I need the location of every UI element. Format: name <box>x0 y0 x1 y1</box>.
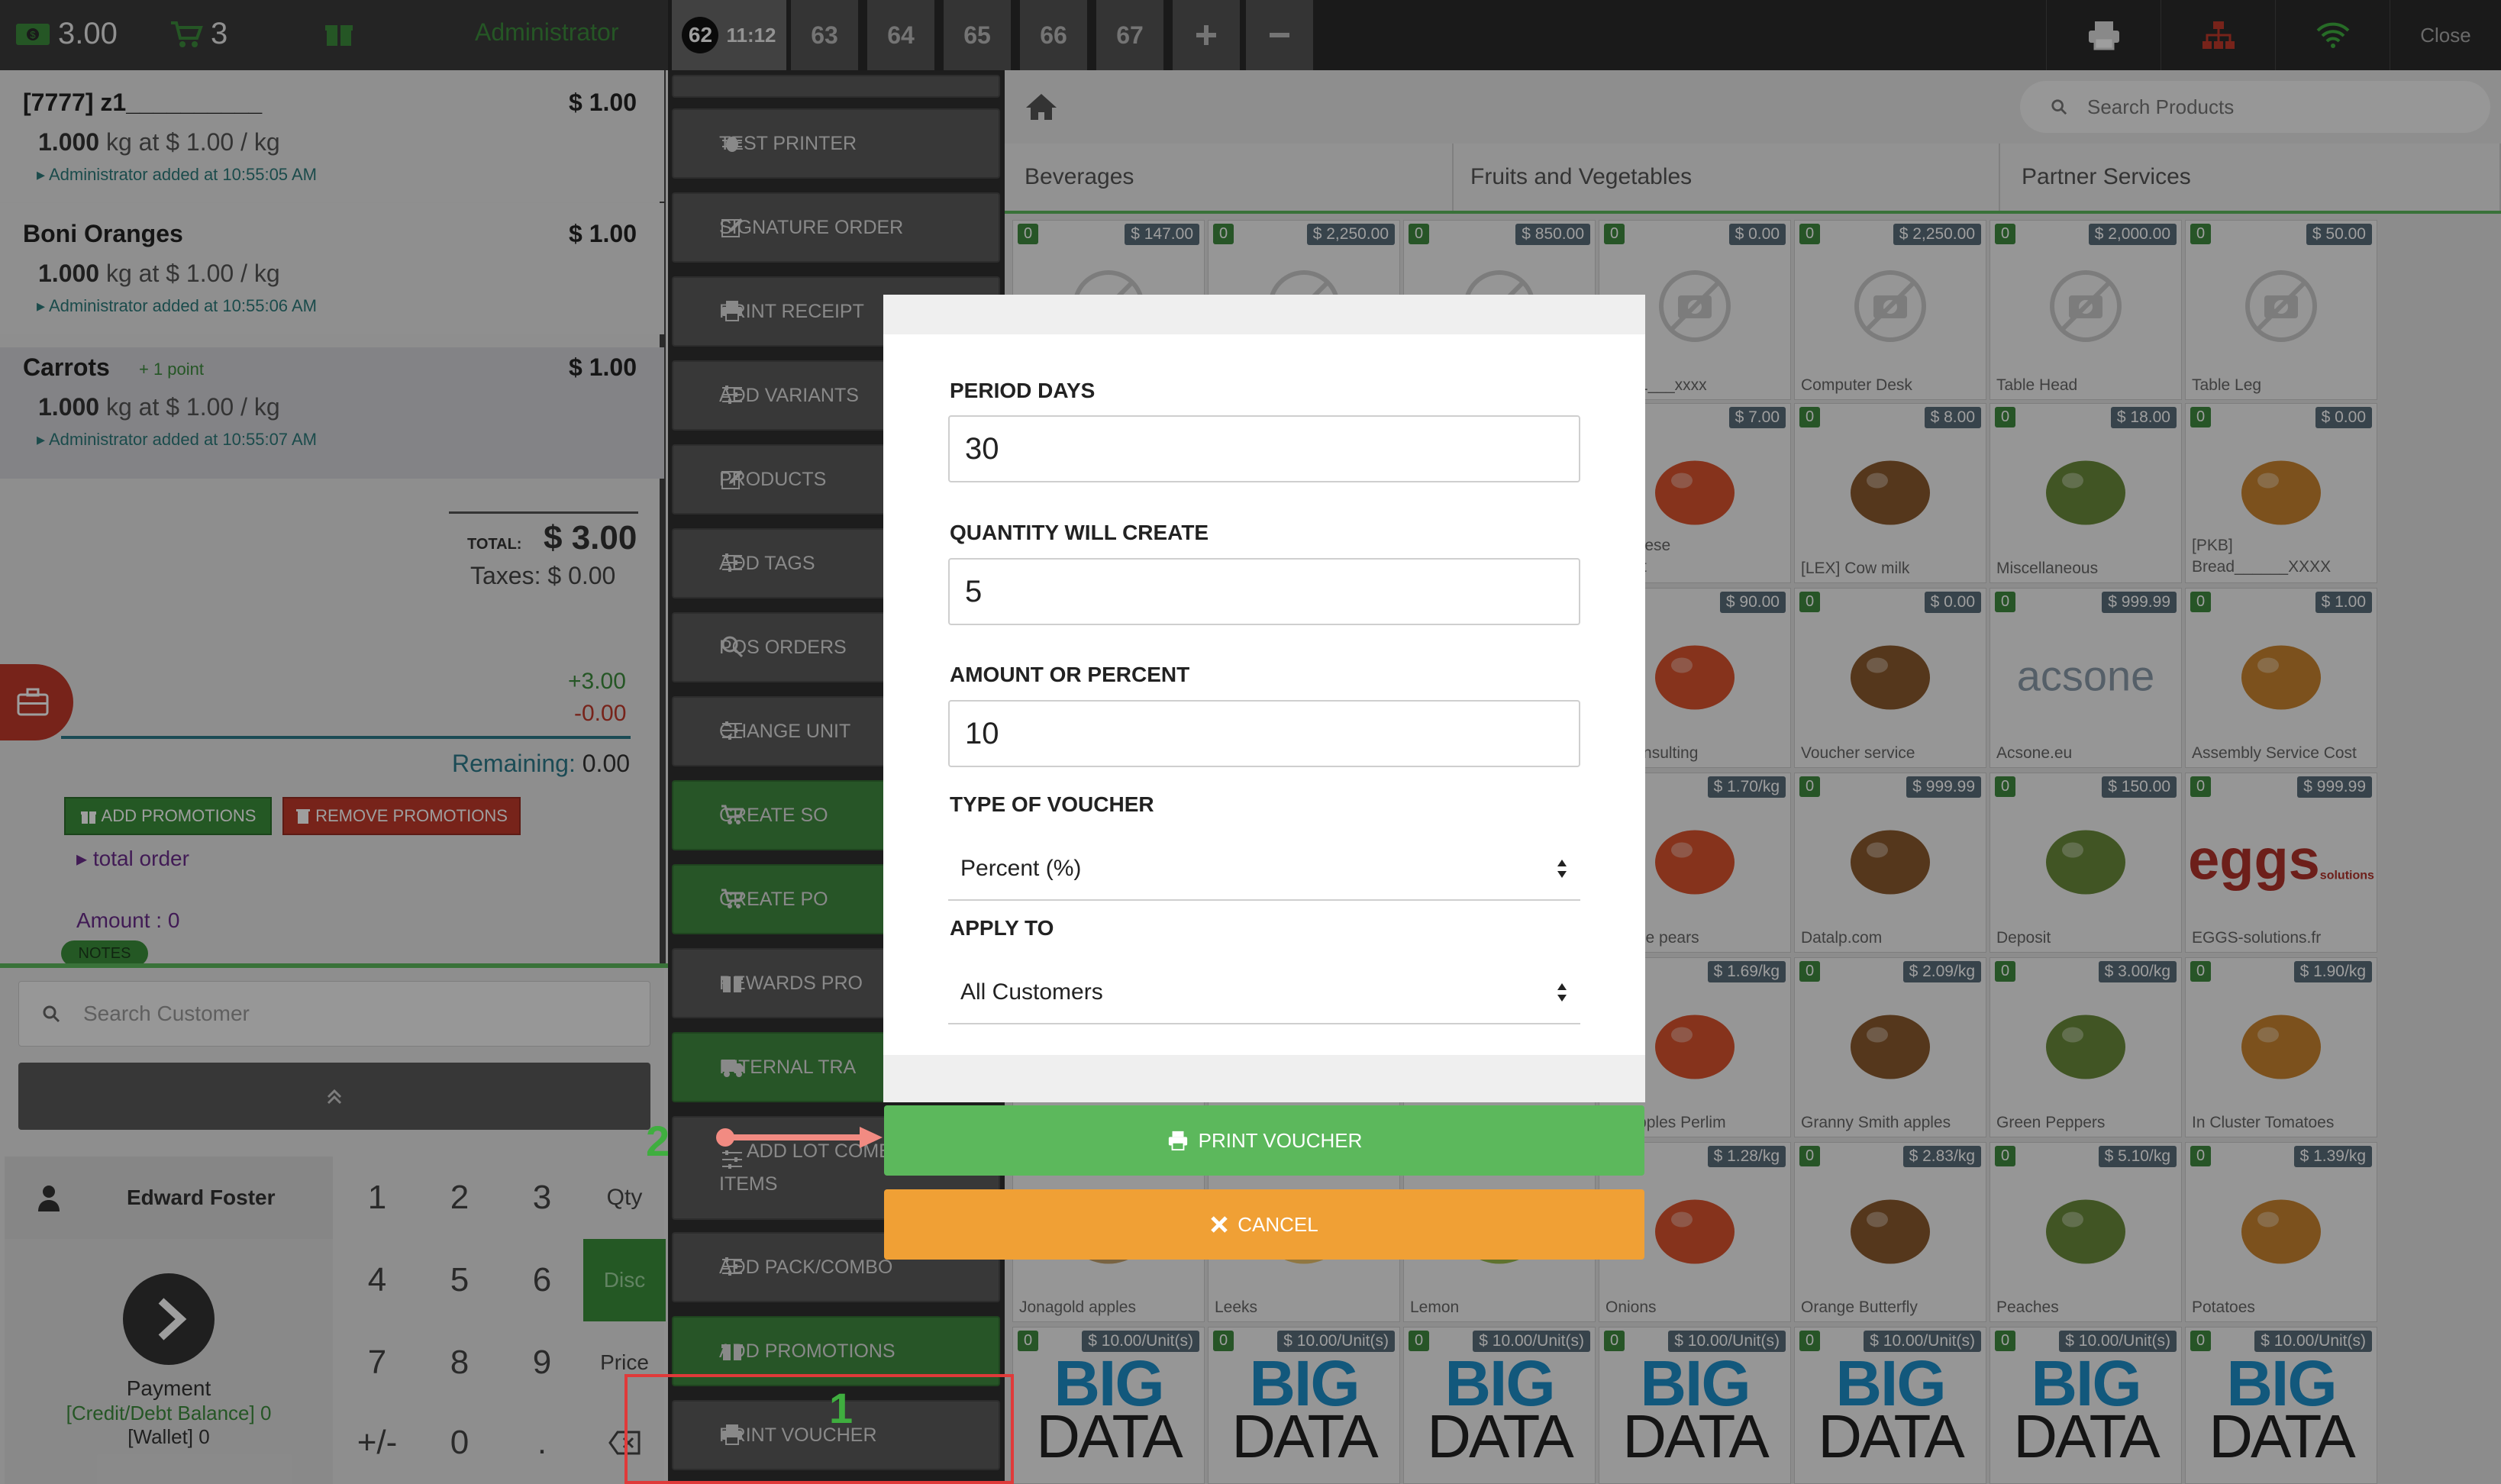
quantity-input[interactable]: 5 <box>948 558 1580 625</box>
select-arrows-icon <box>1556 858 1568 879</box>
apply-to-select[interactable]: All Customers <box>948 962 1580 1024</box>
select-arrows-icon <box>1556 982 1568 1003</box>
voucher-type-value: Percent (%) <box>960 856 1082 881</box>
cancel-button[interactable]: CANCEL <box>884 1189 1644 1260</box>
voucher-type-select[interactable]: Percent (%) <box>948 838 1580 901</box>
apply-to-label: APPLY TO <box>950 916 1054 940</box>
step-1-marker: 1 <box>829 1384 854 1432</box>
close-icon <box>1210 1215 1228 1234</box>
apply-to-value: All Customers <box>960 979 1103 1005</box>
period-days-input[interactable]: 30 <box>948 415 1580 482</box>
quantity-label: QUANTITY WILL CREATE <box>950 521 1209 544</box>
cancel-label: CANCEL <box>1238 1212 1318 1236</box>
arrow-annotation-icon <box>715 1124 884 1151</box>
period-days-label: PERIOD DAYS <box>950 379 1096 402</box>
amount-input[interactable]: 10 <box>948 700 1580 767</box>
dialog-header <box>883 295 1645 334</box>
dialog-footer <box>883 1055 1645 1102</box>
print-voucher-button[interactable]: PRINT VOUCHER <box>884 1105 1644 1176</box>
amount-label: AMOUNT OR PERCENT <box>950 663 1190 686</box>
voucher-type-label: TYPE OF VOUCHER <box>950 792 1154 816</box>
print-voucher-label: PRINT VOUCHER <box>1198 1128 1363 1152</box>
print-icon <box>1167 1130 1189 1151</box>
step-2-marker: 2 <box>646 1117 670 1165</box>
highlight-box <box>624 1374 1014 1484</box>
